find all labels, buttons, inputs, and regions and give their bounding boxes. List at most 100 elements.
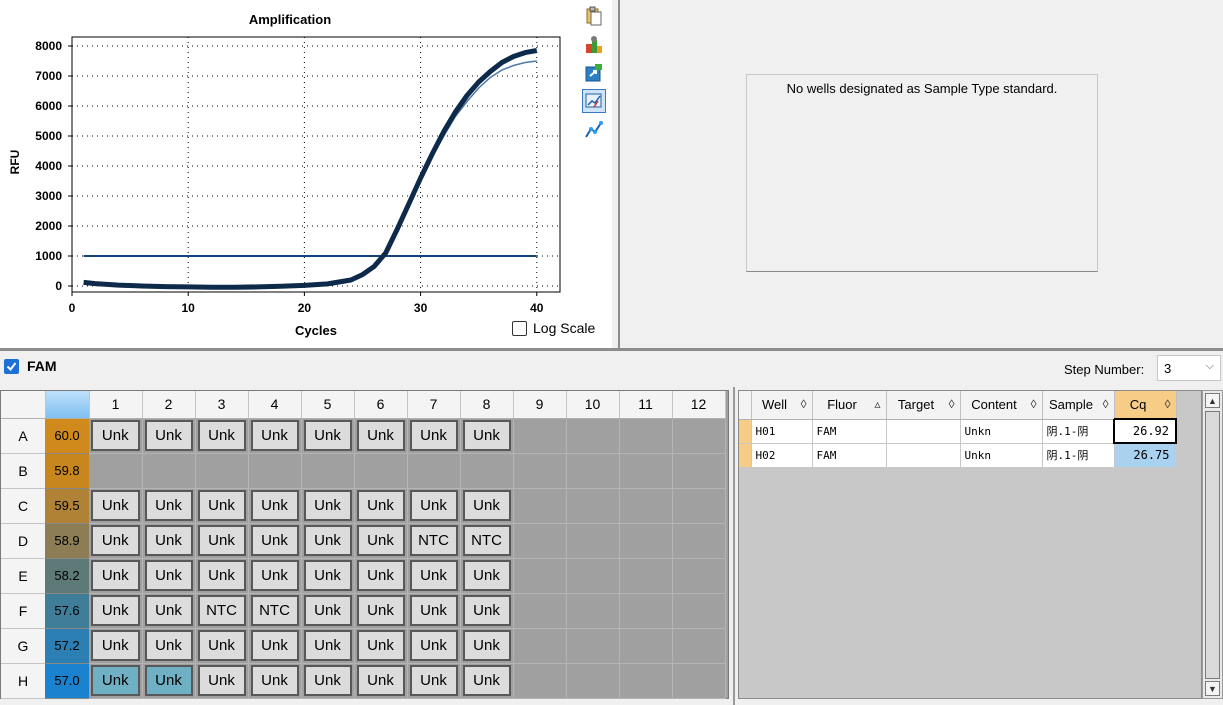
plate-cell[interactable] <box>672 418 726 454</box>
plate-well[interactable]: Unk <box>462 490 511 521</box>
plate-cell[interactable]: Unk <box>354 488 408 524</box>
cell-content[interactable]: Unkn <box>960 443 1043 468</box>
plate-well[interactable]: Unk <box>144 560 193 591</box>
plate-well[interactable]: Unk <box>197 630 246 661</box>
sort-icon[interactable]: ▵ <box>874 397 880 411</box>
plate-cell[interactable]: Unk <box>89 593 143 629</box>
plate-cell[interactable] <box>619 488 673 524</box>
plate-well[interactable]: Unk <box>197 490 246 521</box>
plate-cell[interactable] <box>354 453 408 489</box>
plate-cell[interactable]: Unk <box>142 418 196 454</box>
column-header-fluor[interactable]: Fluor ▵ <box>812 391 887 420</box>
plate-well[interactable]: Unk <box>409 595 458 626</box>
plate-cell[interactable] <box>513 593 567 629</box>
plate-well[interactable]: Unk <box>144 525 193 556</box>
sort-icon[interactable]: ◊ <box>949 397 955 411</box>
scroll-up-icon[interactable]: ▲ <box>1205 393 1220 408</box>
plate-cell[interactable] <box>619 593 673 629</box>
plate-cell[interactable]: Unk <box>460 488 514 524</box>
plate-well[interactable]: Unk <box>250 525 299 556</box>
plate-cell[interactable]: Unk <box>142 488 196 524</box>
plate-cell[interactable] <box>672 558 726 594</box>
plate-cell[interactable] <box>672 628 726 664</box>
plate-cell[interactable]: Unk <box>354 593 408 629</box>
cell-well[interactable]: H02 <box>751 443 813 468</box>
plate-well[interactable]: Unk <box>91 525 140 556</box>
plate-cell[interactable] <box>619 558 673 594</box>
plate-cell[interactable]: Unk <box>460 558 514 594</box>
plate-well[interactable]: Unk <box>250 560 299 591</box>
cell-fluor[interactable]: FAM <box>812 443 887 468</box>
plate-cell[interactable]: Unk <box>301 628 355 664</box>
plate-cell[interactable]: Unk <box>142 523 196 559</box>
plate-column-header[interactable]: 1 <box>89 391 143 419</box>
plate-cell[interactable] <box>513 628 567 664</box>
plate-well[interactable]: Unk <box>250 630 299 661</box>
plate-row-header[interactable]: C <box>1 488 45 524</box>
plate-cell[interactable]: Unk <box>301 593 355 629</box>
plate-cell[interactable] <box>513 663 567 699</box>
fam-checkbox[interactable] <box>4 358 19 374</box>
cell-content[interactable]: Unkn <box>960 419 1043 444</box>
plate-cell[interactable] <box>566 453 620 489</box>
plate-well[interactable]: Unk <box>462 630 511 661</box>
plate-well[interactable]: NTC <box>197 595 246 626</box>
plate-row-header[interactable]: D <box>1 523 45 559</box>
plate-well[interactable]: Unk <box>144 595 193 626</box>
plate-row-header[interactable]: G <box>1 628 45 664</box>
plate-cell[interactable]: Unk <box>248 488 302 524</box>
plate-cell[interactable]: Unk <box>89 663 143 699</box>
row-marker[interactable] <box>739 443 752 468</box>
column-header-sample[interactable]: Sample ◊ <box>1042 391 1115 420</box>
plate-well[interactable]: Unk <box>91 665 140 696</box>
column-header-cq[interactable]: Cq ◊ <box>1114 391 1177 420</box>
sort-icon[interactable]: ◊ <box>1165 397 1171 411</box>
plate-column-header[interactable]: 9 <box>513 391 567 419</box>
sort-icon[interactable]: ◊ <box>1103 397 1109 411</box>
plate-row-header[interactable]: E <box>1 558 45 594</box>
cell-sample[interactable]: 阴.1-阴 <box>1042 443 1115 468</box>
plate-cell[interactable]: Unk <box>460 418 514 454</box>
plate-well[interactable]: NTC <box>462 525 511 556</box>
plate-well[interactable]: Unk <box>462 665 511 696</box>
plate-cell[interactable]: Unk <box>301 488 355 524</box>
plate-cell[interactable]: Unk <box>407 558 461 594</box>
plate-row-header[interactable]: F <box>1 593 45 629</box>
plate-cell[interactable]: Unk <box>89 558 143 594</box>
plate-well[interactable]: Unk <box>462 420 511 451</box>
plate-column-header[interactable]: 3 <box>195 391 249 419</box>
plate-cell[interactable]: Unk <box>301 523 355 559</box>
plate-column-header[interactable]: 2 <box>142 391 196 419</box>
plate-cell[interactable]: Unk <box>195 663 249 699</box>
plate-well[interactable]: Unk <box>197 560 246 591</box>
plate-well[interactable]: Unk <box>91 630 140 661</box>
copy-icon[interactable] <box>582 4 606 28</box>
plate-well[interactable]: Unk <box>409 490 458 521</box>
plate-cell[interactable] <box>619 418 673 454</box>
cell-sample[interactable]: 阴.1-阴 <box>1042 419 1115 444</box>
plate-cell[interactable] <box>672 663 726 699</box>
plate-cell[interactable]: Unk <box>354 663 408 699</box>
plate-well[interactable]: Unk <box>197 665 246 696</box>
plate-well[interactable]: Unk <box>409 665 458 696</box>
plate-column-header[interactable]: 11 <box>619 391 673 419</box>
plate-cell[interactable] <box>407 453 461 489</box>
plate-row-header[interactable]: H <box>1 663 45 699</box>
plate-cell[interactable]: Unk <box>248 663 302 699</box>
scroll-down-icon[interactable]: ▼ <box>1205 681 1220 696</box>
plate-cell[interactable]: Unk <box>89 418 143 454</box>
plate-well[interactable]: Unk <box>356 420 405 451</box>
scroll-thumb[interactable] <box>1205 411 1220 679</box>
plate-cell[interactable]: NTC <box>407 523 461 559</box>
vertical-splitter[interactable] <box>612 0 622 348</box>
plate-cell[interactable] <box>513 418 567 454</box>
cell-cq[interactable]: 26.75 <box>1114 443 1177 468</box>
plate-cell[interactable]: Unk <box>142 628 196 664</box>
plate-well[interactable]: Unk <box>303 490 352 521</box>
plate-cell[interactable] <box>672 593 726 629</box>
plate-well[interactable]: Unk <box>356 490 405 521</box>
plate-cell[interactable] <box>513 453 567 489</box>
plate-cell[interactable]: Unk <box>142 558 196 594</box>
plate-column-header[interactable]: 12 <box>672 391 726 419</box>
plate-cell[interactable]: Unk <box>142 663 196 699</box>
